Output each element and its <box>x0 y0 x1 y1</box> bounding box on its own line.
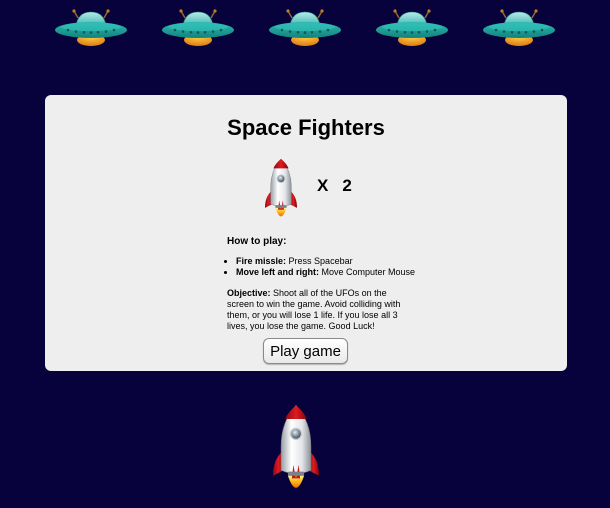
control-text: Move Computer Mouse <box>321 267 416 277</box>
ufo-icon <box>268 8 342 48</box>
list-item: Fire missle: Press Spacebar <box>236 256 412 267</box>
objective-label: Objective: <box>227 288 271 298</box>
objective: Objective: Shoot all of the UFOs on the … <box>227 288 412 332</box>
instructions: How to play: Fire missle: Press Spacebar… <box>227 236 415 332</box>
ufo-icon <box>161 8 235 48</box>
control-label: Move left and right: <box>236 267 319 277</box>
start-dialog: Space Fighters X2 How to play: Fire miss… <box>45 95 567 371</box>
controls-list: Fire missle: Press Spacebar Move left an… <box>227 256 415 278</box>
ufo-icon <box>54 8 128 48</box>
play-game-button[interactable]: Play game <box>263 338 348 364</box>
lives-rocket-icon <box>261 157 301 223</box>
lives-value: 2 <box>342 176 352 195</box>
ufo-icon <box>482 8 556 48</box>
control-text: Press Spacebar <box>288 256 353 266</box>
list-item: Move left and right: Move Computer Mouse <box>236 267 415 278</box>
lives-multiplier: X <box>317 176 329 195</box>
lives-counter: X2 <box>317 176 352 196</box>
control-label: Fire missle: <box>236 256 287 266</box>
player-rocket-icon <box>269 402 323 498</box>
game-title: Space Fighters <box>227 115 385 140</box>
instructions-heading: How to play: <box>227 236 287 247</box>
ufo-icon <box>375 8 449 48</box>
enemy-formation <box>0 0 610 60</box>
